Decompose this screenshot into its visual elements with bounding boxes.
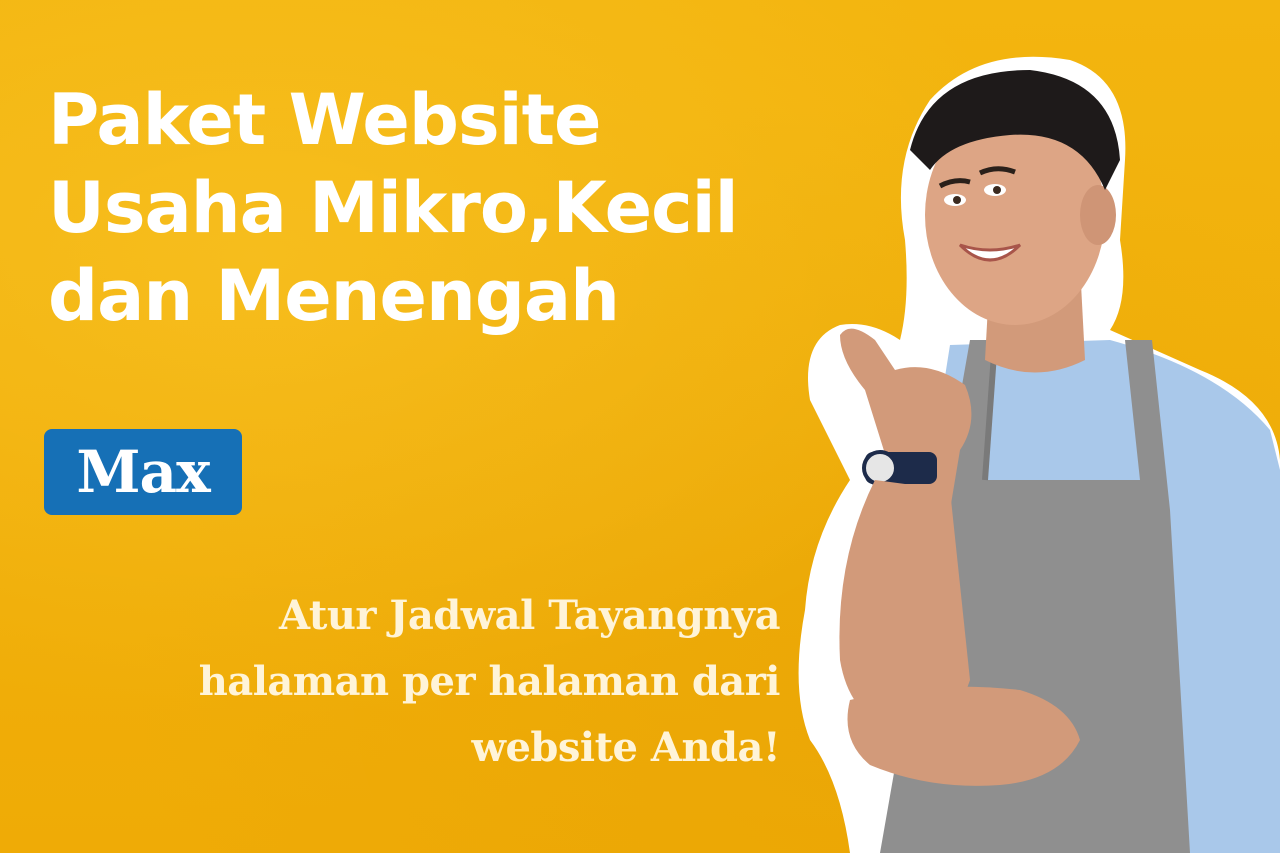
ear [1080, 185, 1116, 245]
right-pupil [993, 186, 1001, 194]
left-pupil [953, 196, 961, 204]
man-illustration [798, 56, 1280, 853]
subtext-line-1: Atur Jadwal Tayangnya [279, 592, 780, 639]
man-photo [780, 40, 1280, 853]
max-badge-label: Max [76, 438, 210, 506]
subtext-line-3: website Anda! [471, 724, 781, 771]
max-badge: Max [44, 429, 242, 515]
headline-line-1: Paket Website [48, 79, 602, 161]
headline-line-3: dan Menengah [48, 255, 620, 337]
watch-face [862, 450, 898, 486]
headline-line-2: Usaha Mikro,Kecil [48, 167, 739, 249]
subtext-line-2: halaman per halaman dari [198, 658, 781, 705]
headline: Paket Website Usaha Mikro,Kecil dan Mene… [48, 76, 739, 340]
subtext: Atur Jadwal Tayangnya halaman per halama… [198, 583, 781, 781]
